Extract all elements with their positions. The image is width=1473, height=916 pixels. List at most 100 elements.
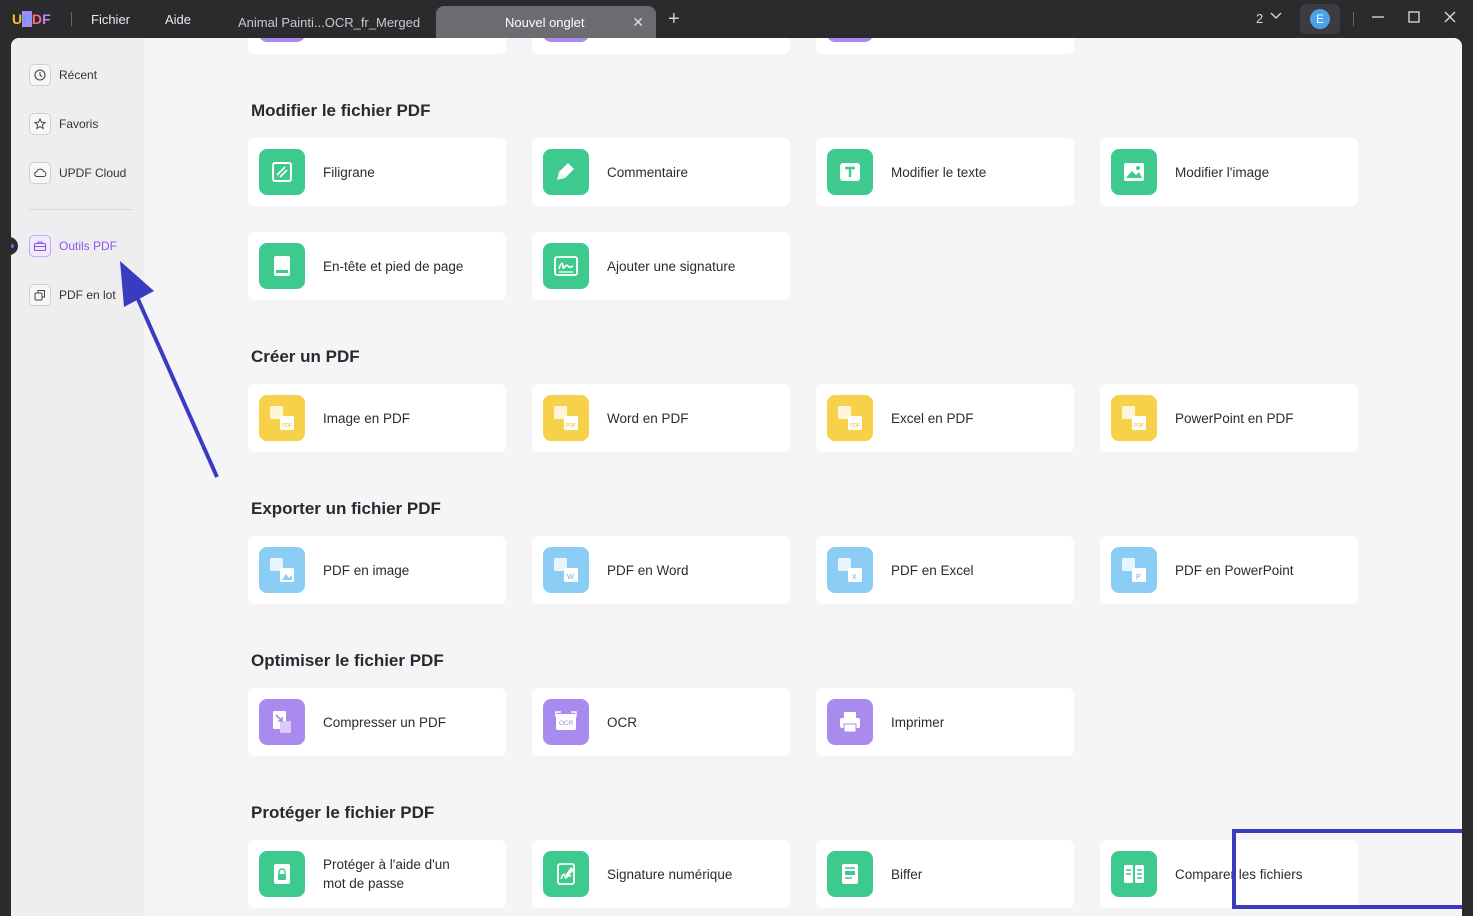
word-to-pdf-icon: PDF [543,395,589,441]
tool-pdf-to-excel[interactable]: X PDF en Excel [816,536,1074,604]
section-title-modify: Modifier le fichier PDF [251,101,431,120]
tool-label: PDF en Word [607,562,689,578]
svg-text:W: W [567,574,574,581]
menu-fichier[interactable]: Fichier [91,12,130,27]
sidebar-item-label: UPDF Cloud [59,166,127,180]
tool-card[interactable] [248,38,506,54]
redact-icon [827,851,873,897]
signature-icon [543,243,589,289]
pdf-to-powerpoint-icon: P [1111,547,1157,593]
tool-powerpoint-to-pdf[interactable]: PDF PowerPoint en PDF [1100,384,1358,452]
tool-label: Commentaire [607,164,689,180]
printer-icon [827,699,873,745]
tool-watermark[interactable]: Filigrane [248,138,506,206]
tool-edit-text[interactable]: Modifier le texte [816,138,1074,206]
tab-document[interactable]: Animal Painti...OCR_fr_Merged [226,6,432,39]
tool-excel-to-pdf[interactable]: PDF Excel en PDF [816,384,1074,452]
app-logo: UPDF [12,11,51,27]
sidebar-item-cloud[interactable]: UPDF Cloud [29,160,126,186]
tool-pdf-to-powerpoint[interactable]: P PDF en PowerPoint [1100,536,1358,604]
sidebar-item-label: Récent [59,68,98,82]
sidebar-item-pdf-tools[interactable]: Outils PDF [29,233,117,259]
cloud-icon [29,162,51,184]
svg-text:PDF: PDF [282,423,292,429]
tool-label: Modifier l'image [1175,164,1270,180]
tool-word-to-pdf[interactable]: PDF Word en PDF [532,384,790,452]
sidebar-item-label: PDF en lot [59,288,116,302]
tool-add-signature[interactable]: Ajouter une signature [532,232,790,300]
tool-label: PDF en PowerPoint [1175,562,1294,578]
add-tab-icon[interactable]: + [668,9,680,29]
sidebar-item-label: Outils PDF [59,239,118,253]
avatar: E [1310,9,1330,29]
tool-comment[interactable]: Commentaire [532,138,790,206]
tool-icon [543,38,589,42]
tool-label: Compresser un PDF [323,714,447,730]
tool-label: Ajouter une signature [607,258,736,274]
tool-label: Biffer [891,866,923,882]
close-tab-icon[interactable]: ✕ [632,14,644,31]
tool-label: Excel en PDF [891,410,974,426]
pdf-to-word-icon: W [543,547,589,593]
tool-label: OCR [607,714,637,730]
chevron-down-icon[interactable] [1269,8,1283,22]
tool-label: Modifier le texte [891,164,987,180]
tool-label: Signature numérique [607,866,733,882]
maximize-icon[interactable] [1407,10,1421,24]
sidebar-item-recent[interactable]: Récent [29,62,97,88]
tools-panel: Modifier le fichier PDF Filigrane Commen… [144,38,1462,916]
tool-pdf-to-word[interactable]: W PDF en Word [532,536,790,604]
titlebar-divider [1353,12,1354,26]
tool-label: Filigrane [323,164,375,180]
title-bar: UPDF Fichier Aide Animal Painti...OCR_fr… [0,0,1473,40]
powerpoint-to-pdf-icon: PDF [1111,395,1157,441]
document-count[interactable]: 2 [1256,11,1263,26]
tool-label: PDF en image [323,562,410,578]
svg-text:OCR: OCR [559,720,574,727]
tool-digital-signature[interactable]: Signature numérique [532,840,790,908]
tool-icon [827,38,873,42]
sidebar-item-label: Favoris [59,117,99,131]
copy-icon [29,284,51,306]
minimize-icon[interactable] [1371,10,1385,24]
tool-header-footer[interactable]: En-tête et pied de page [248,232,506,300]
tool-card[interactable] [532,38,790,54]
text-edit-icon [827,149,873,195]
section-title-optimize: Optimiser le fichier PDF [251,651,444,670]
tool-pdf-to-image[interactable]: PDF en image [248,536,506,604]
close-window-icon[interactable] [1443,10,1457,24]
tool-password-protect[interactable]: Protéger à l'aide d'un mot de passe [248,840,506,908]
header-footer-icon [259,243,305,289]
section-title-create: Créer un PDF [251,347,360,366]
tool-print[interactable]: Imprimer [816,688,1074,756]
excel-to-pdf-icon: PDF [827,395,873,441]
tool-card[interactable] [816,38,1074,54]
svg-text:PDF: PDF [850,423,860,429]
tool-label: Imprimer [891,714,945,730]
tool-image-to-pdf[interactable]: PDF Image en PDF [248,384,506,452]
tool-label: Word en PDF [607,410,689,426]
star-icon [29,113,51,135]
image-edit-icon [1111,149,1157,195]
image-to-pdf-icon: PDF [259,395,305,441]
tab-new-tab[interactable]: Nouvel onglet ✕ [436,6,656,39]
lock-icon [259,851,305,897]
sidebar-item-favorites[interactable]: Favoris [29,111,98,137]
tool-edit-image[interactable]: Modifier l'image [1100,138,1358,206]
svg-text:X: X [852,574,857,581]
section-title-protect: Protéger le fichier PDF [251,803,435,822]
pdf-to-excel-icon: X [827,547,873,593]
digital-signature-icon [543,851,589,897]
tool-ocr[interactable]: OCR OCR [532,688,790,756]
highlighter-icon [543,149,589,195]
menu-aide[interactable]: Aide [165,12,191,27]
ocr-icon: OCR [543,699,589,745]
tab-document-label: Animal Painti...OCR_fr_Merged [238,15,421,30]
titlebar-divider [71,12,72,26]
clock-icon [29,64,51,86]
account-button[interactable]: E [1300,4,1340,34]
sidebar-item-batch[interactable]: PDF en lot [29,282,116,308]
tool-compress[interactable]: Compresser un PDF [248,688,506,756]
compress-icon [259,699,305,745]
tool-redact[interactable]: Biffer [816,840,1074,908]
